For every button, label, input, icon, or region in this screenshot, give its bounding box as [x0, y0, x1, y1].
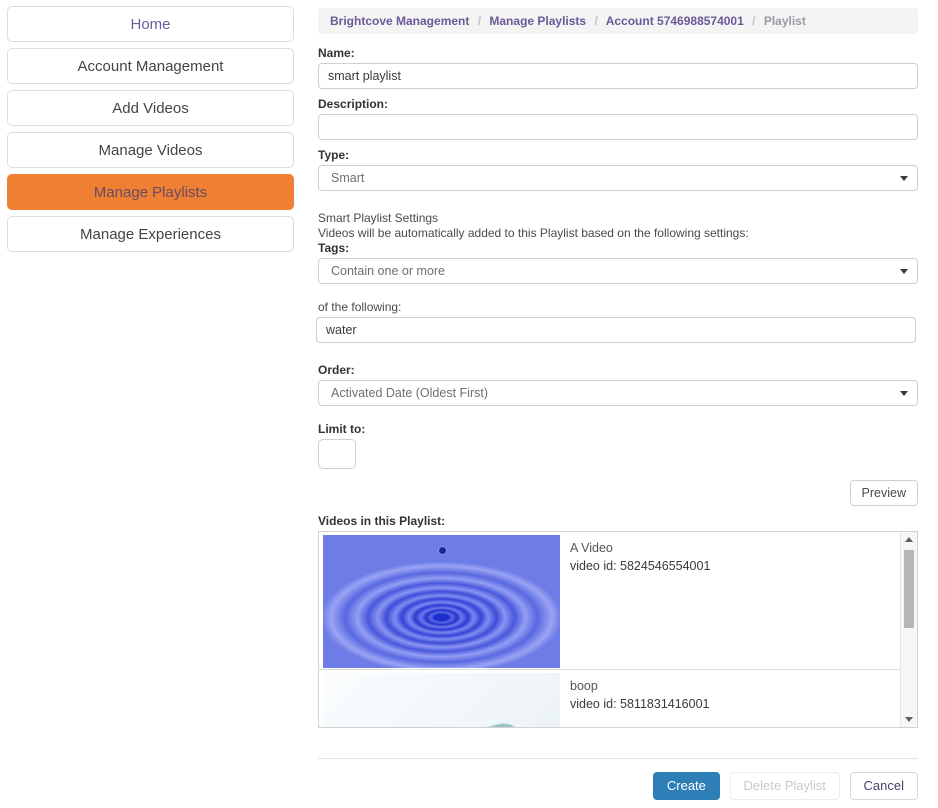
- breadcrumb-item-playlist: Playlist: [764, 14, 806, 28]
- name-label: Name:: [318, 46, 918, 60]
- sidebar-nav: Home Account Management Add Videos Manag…: [0, 0, 300, 808]
- sidebar-item-manage-experiences[interactable]: Manage Experiences: [7, 216, 294, 252]
- preview-row: Preview: [318, 480, 918, 506]
- breadcrumb-item-brightcove-management[interactable]: Brightcove Management: [330, 14, 469, 28]
- sidebar-item-label: Add Videos: [112, 100, 188, 117]
- sidebar-item-account-management[interactable]: Account Management: [7, 48, 294, 84]
- breadcrumb-item-manage-playlists[interactable]: Manage Playlists: [489, 14, 586, 28]
- type-label: Type:: [318, 148, 918, 162]
- sidebar-item-label: Home: [130, 16, 170, 33]
- breadcrumb-separator: /: [478, 14, 481, 28]
- video-thumbnail: [323, 673, 560, 727]
- videos-in-playlist-list: A Video video id: 5824546554001: [318, 531, 918, 728]
- video-title: boop: [570, 677, 709, 695]
- water-splash-thumbnail-image: [323, 673, 560, 727]
- videos-in-playlist-label: Videos in this Playlist:: [318, 514, 918, 528]
- tags-label: Tags:: [318, 241, 918, 255]
- sidebar-item-label: Account Management: [78, 58, 224, 75]
- scroll-up-arrow-icon[interactable]: [901, 532, 917, 548]
- sidebar-item-manage-videos[interactable]: Manage Videos: [7, 132, 294, 168]
- order-select-value: Activated Date (Oldest First): [331, 381, 488, 406]
- sidebar-item-manage-playlists[interactable]: Manage Playlists: [7, 174, 294, 210]
- type-select[interactable]: Smart: [318, 165, 918, 191]
- breadcrumb-separator: /: [752, 14, 755, 28]
- description-label: Description:: [318, 97, 918, 111]
- chevron-down-icon: [900, 391, 908, 396]
- tags-select[interactable]: Contain one or more: [318, 258, 918, 284]
- limit-to-input[interactable]: [318, 439, 356, 469]
- footer-actions: Create Delete Playlist Cancel: [318, 772, 918, 800]
- tags-value-input[interactable]: [316, 317, 916, 343]
- chevron-down-icon: [900, 176, 908, 181]
- limit-to-label: Limit to:: [318, 422, 918, 436]
- list-item[interactable]: A Video video id: 5824546554001: [319, 532, 900, 670]
- main-content: Brightcove Management / Manage Playlists…: [300, 0, 938, 808]
- preview-button[interactable]: Preview: [850, 480, 918, 506]
- smart-playlist-settings-title: Smart Playlist Settings: [318, 211, 918, 226]
- create-button[interactable]: Create: [653, 772, 720, 800]
- video-title: A Video: [570, 539, 710, 557]
- scrollbar-thumb[interactable]: [904, 550, 914, 628]
- sidebar-item-home[interactable]: Home: [7, 6, 294, 42]
- sidebar-item-label: Manage Playlists: [94, 184, 207, 201]
- cancel-button[interactable]: Cancel: [850, 772, 918, 800]
- delete-playlist-button: Delete Playlist: [730, 772, 840, 800]
- smart-playlist-settings-description: Videos will be automatically added to th…: [318, 226, 918, 241]
- name-input[interactable]: [318, 63, 918, 89]
- videos-scrollbar[interactable]: [900, 532, 917, 727]
- video-thumbnail: [323, 535, 560, 668]
- order-select[interactable]: Activated Date (Oldest First): [318, 380, 918, 406]
- sidebar-item-label: Manage Experiences: [80, 226, 221, 243]
- tags-select-value: Contain one or more: [331, 259, 445, 284]
- breadcrumb-separator: /: [594, 14, 597, 28]
- order-label: Order:: [318, 363, 918, 377]
- of-the-following-label: of the following:: [318, 300, 918, 314]
- sidebar-item-add-videos[interactable]: Add Videos: [7, 90, 294, 126]
- video-id: video id: 5824546554001: [570, 557, 710, 575]
- breadcrumb-item-account[interactable]: Account 5746988574001: [606, 14, 744, 28]
- chevron-down-icon: [900, 269, 908, 274]
- footer-divider: [318, 758, 918, 759]
- video-id: video id: 5811831416001: [570, 695, 709, 713]
- type-select-value: Smart: [331, 166, 364, 191]
- breadcrumb: Brightcove Management / Manage Playlists…: [318, 8, 918, 34]
- description-input[interactable]: [318, 114, 918, 140]
- footer: Create Delete Playlist Cancel: [318, 758, 918, 800]
- scroll-down-arrow-icon[interactable]: [901, 711, 917, 727]
- video-meta: A Video video id: 5824546554001: [560, 532, 710, 669]
- video-meta: boop video id: 5811831416001: [560, 670, 709, 727]
- app-root: Home Account Management Add Videos Manag…: [0, 0, 938, 808]
- videos-scroll-viewport: A Video video id: 5824546554001: [319, 532, 900, 727]
- sidebar-item-label: Manage Videos: [99, 142, 203, 159]
- list-item[interactable]: boop video id: 5811831416001: [319, 670, 900, 727]
- water-ripple-thumbnail-image: [323, 535, 560, 668]
